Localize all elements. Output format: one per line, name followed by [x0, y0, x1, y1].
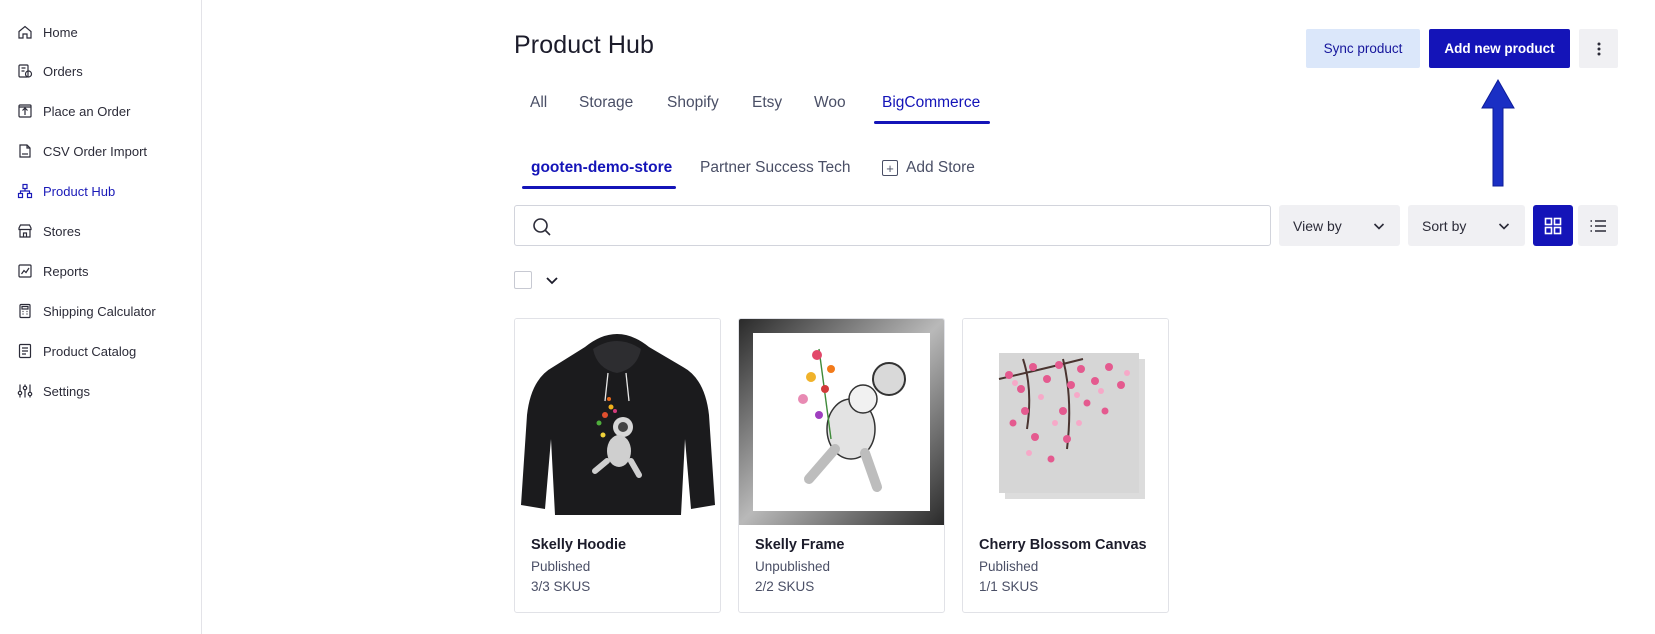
- sidebar-item-place-an-order[interactable]: Place an Order: [17, 99, 130, 123]
- product-image: [515, 319, 720, 525]
- sort-by-label: Sort by: [1422, 217, 1467, 234]
- sync-product-button[interactable]: Sync product: [1306, 29, 1420, 68]
- sidebar-item-reports[interactable]: Reports: [17, 259, 89, 283]
- sidebar-item-label: Place an Order: [43, 103, 131, 119]
- tab-woo[interactable]: Woo: [814, 94, 846, 128]
- more-options-button[interactable]: [1579, 29, 1618, 68]
- sidebar-item-label: Home: [43, 24, 78, 40]
- sidebar-item-product-hub[interactable]: Product Hub: [17, 179, 115, 203]
- add-store-button[interactable]: + Add Store: [882, 159, 975, 177]
- active-store-indicator: [522, 186, 676, 189]
- csv-icon: [17, 143, 33, 159]
- product-skus: 3/3 SKUS: [531, 579, 591, 594]
- store-icon: [17, 223, 33, 239]
- product-card-cherry-blossom-canvas[interactable]: Cherry Blossom Canvas Published 1/1 SKUS: [962, 318, 1169, 613]
- product-card-skelly-hoodie[interactable]: Skelly Hoodie Published 3/3 SKUS: [514, 318, 721, 613]
- view-by-dropdown[interactable]: View by: [1279, 205, 1400, 246]
- view-by-label: View by: [1293, 217, 1342, 234]
- product-status: Published: [531, 559, 591, 574]
- product-skus: 1/1 SKUS: [979, 579, 1039, 594]
- calculator-icon: [17, 303, 33, 319]
- sidebar-item-home[interactable]: Home: [17, 20, 78, 44]
- search-box: [514, 205, 1271, 246]
- chevron-down-icon: [1373, 222, 1385, 230]
- sidebar-item-settings[interactable]: Settings: [17, 379, 90, 403]
- sidebar-item-label: Stores: [43, 223, 81, 239]
- product-hub-icon: [17, 183, 33, 199]
- tab-etsy[interactable]: Etsy: [752, 94, 782, 128]
- sidebar: Home Orders Place an Order CSV Order Imp…: [0, 0, 202, 634]
- sidebar-item-label: Shipping Calculator: [43, 303, 156, 319]
- product-skus: 2/2 SKUS: [755, 579, 815, 594]
- add-new-product-button[interactable]: Add new product: [1429, 29, 1570, 68]
- grid-view-button[interactable]: [1533, 205, 1573, 246]
- place-order-icon: [17, 103, 33, 119]
- grid-icon: [1544, 217, 1562, 234]
- more-vertical-icon: [1597, 42, 1600, 55]
- sidebar-item-label: Product Hub: [43, 183, 116, 199]
- store-tab-gooten-demo-store[interactable]: gooten-demo-store: [531, 159, 672, 177]
- annotation-arrow: [1481, 78, 1515, 187]
- tab-all[interactable]: All: [530, 94, 547, 128]
- product-name: Skelly Frame: [755, 537, 845, 553]
- select-all-checkbox[interactable]: [514, 271, 532, 289]
- product-status: Published: [979, 559, 1039, 574]
- product-card-skelly-frame[interactable]: Skelly Frame Unpublished 2/2 SKUS: [738, 318, 945, 613]
- tab-shopify[interactable]: Shopify: [667, 94, 719, 128]
- sidebar-item-csv-order-import[interactable]: CSV Order Import: [17, 139, 147, 163]
- chevron-down-icon: [1498, 222, 1510, 230]
- list-icon: [1590, 219, 1606, 232]
- search-input[interactable]: [563, 206, 1263, 245]
- settings-icon: [17, 383, 33, 399]
- sidebar-item-stores[interactable]: Stores: [17, 219, 81, 243]
- product-image: [963, 319, 1168, 525]
- sidebar-item-label: Product Catalog: [43, 343, 137, 359]
- list-view-button[interactable]: [1578, 205, 1618, 246]
- orders-icon: [17, 63, 33, 79]
- catalog-icon: [17, 343, 33, 359]
- chevron-down-icon[interactable]: [544, 272, 560, 288]
- product-name: Cherry Blossom Canvas: [979, 537, 1147, 553]
- app: Home Orders Place an Order CSV Order Imp…: [0, 0, 1655, 634]
- sidebar-item-label: Settings: [43, 383, 90, 399]
- sidebar-item-label: Orders: [43, 63, 83, 79]
- sidebar-item-orders[interactable]: Orders: [17, 59, 83, 83]
- sidebar-item-label: CSV Order Import: [43, 143, 148, 159]
- sort-by-dropdown[interactable]: Sort by: [1408, 205, 1525, 246]
- reports-icon: [17, 263, 33, 279]
- store-tab-partner-success-tech[interactable]: Partner Success Tech: [700, 159, 850, 177]
- active-tab-indicator: [874, 121, 990, 124]
- sidebar-item-shipping-calculator[interactable]: Shipping Calculator: [17, 299, 156, 323]
- search-icon: [533, 218, 551, 236]
- sidebar-item-product-catalog[interactable]: Product Catalog: [17, 339, 136, 363]
- add-store-label: Add Store: [906, 159, 975, 176]
- plus-icon: +: [882, 160, 898, 176]
- product-image: [739, 319, 944, 525]
- tab-storage[interactable]: Storage: [579, 94, 633, 128]
- home-icon: [17, 24, 33, 40]
- sidebar-item-label: Reports: [43, 263, 89, 279]
- product-status: Unpublished: [755, 559, 831, 574]
- page-title: Product Hub: [514, 31, 655, 59]
- product-name: Skelly Hoodie: [531, 537, 627, 553]
